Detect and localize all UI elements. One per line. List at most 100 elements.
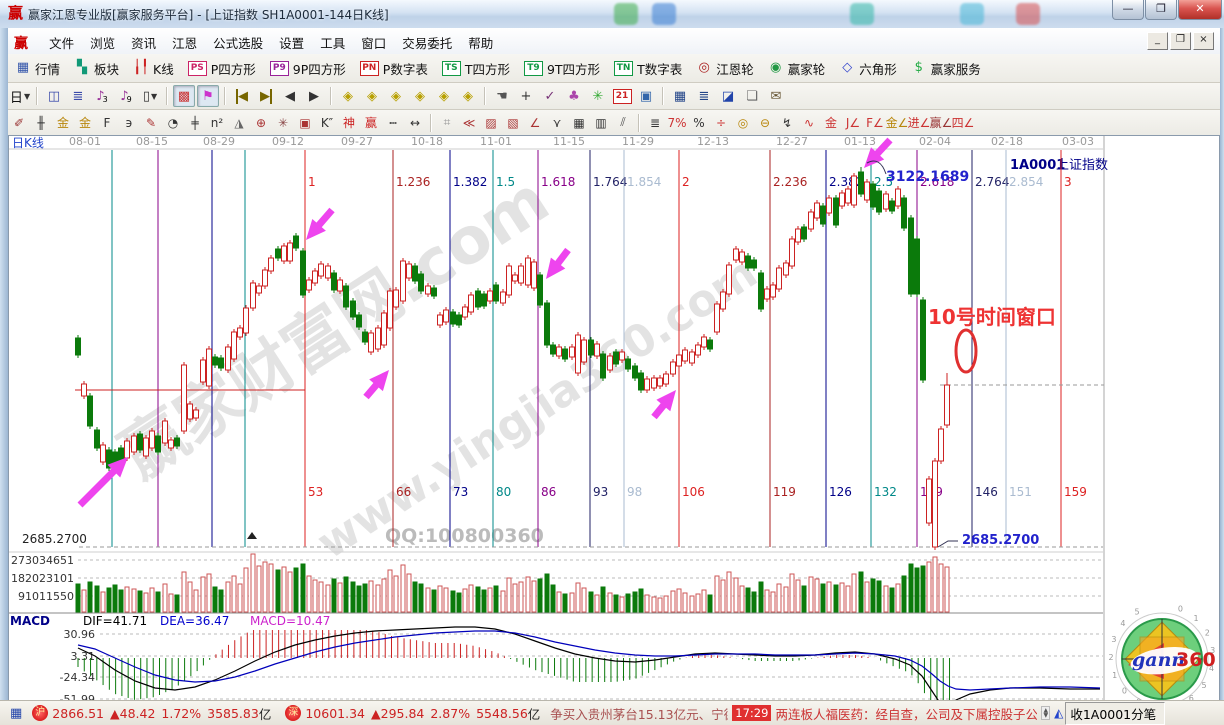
volume-bar <box>846 586 850 612</box>
candlestick <box>401 261 406 301</box>
volume-bar <box>871 579 875 612</box>
candlestick <box>244 308 249 333</box>
candlestick <box>413 266 418 281</box>
volume-bar <box>765 590 769 612</box>
candlestick <box>909 218 914 294</box>
date-tick-label: 11-15 <box>553 135 585 148</box>
candlestick <box>865 182 870 200</box>
volume-bar <box>226 582 230 612</box>
news-time-badge: 17:29 <box>732 705 771 721</box>
chart-canvas[interactable]: 赢家财富网.comwww.yingjia360.comQQ:100800360日… <box>0 0 1224 725</box>
volume-bar <box>95 586 99 612</box>
volume-bar <box>852 574 856 612</box>
volume-bar <box>301 564 305 612</box>
volume-bar <box>865 582 869 612</box>
volume-bar <box>927 562 931 612</box>
bar-count-label: 126 <box>829 485 852 499</box>
candlestick <box>276 249 281 258</box>
candlestick <box>438 315 443 325</box>
candlestick <box>877 191 882 212</box>
volume-bar <box>251 554 255 612</box>
candlestick <box>326 266 331 278</box>
volume-bar <box>815 579 819 612</box>
candlestick <box>576 335 581 373</box>
volume-bar <box>582 588 586 612</box>
volume-bar <box>633 592 637 612</box>
candlestick <box>313 271 318 283</box>
volume-bar <box>802 586 806 612</box>
sh-amount: 3585.83 <box>207 706 259 721</box>
candlestick <box>469 295 474 312</box>
quote-grid-icon[interactable]: ▦ <box>10 706 22 721</box>
volume-bar <box>156 592 160 612</box>
indicator-label: 日K线 <box>12 136 44 150</box>
bar-count-label: 146 <box>975 485 998 499</box>
candlestick <box>859 172 864 194</box>
volume-bar <box>413 582 417 612</box>
candlestick <box>182 365 187 431</box>
volume-bar <box>884 586 888 612</box>
candlestick <box>201 360 206 382</box>
macd-title: MACD <box>10 614 50 628</box>
date-tick-label: 09-27 <box>341 135 373 148</box>
volume-bar <box>702 590 706 612</box>
candlestick <box>582 340 587 362</box>
candlestick <box>219 358 224 368</box>
volume-bar <box>113 585 117 612</box>
candlestick <box>557 347 562 356</box>
candlestick <box>175 438 180 446</box>
candlestick <box>319 264 324 276</box>
news-ticker-1[interactable]: 争买入贵州茅台15.13亿元、宁德时代 <box>550 704 728 723</box>
volume-bar <box>614 595 618 612</box>
logo-rim-digit: 4 <box>1120 619 1125 628</box>
volume-bar <box>319 582 323 612</box>
volume-bar <box>501 591 505 612</box>
volume-bar <box>150 588 154 612</box>
candlestick <box>759 273 764 309</box>
date-tick-label: 10-18 <box>411 135 443 148</box>
volume-bar <box>915 568 919 612</box>
fib-ratio-label: 2.854 <box>1009 175 1043 189</box>
candlestick <box>507 266 512 295</box>
volume-bar <box>790 574 794 612</box>
candlestick <box>188 404 193 419</box>
fib-ratio-label: 2 <box>682 175 690 189</box>
time-window-ellipse <box>956 330 976 372</box>
news-ticker-2[interactable]: 两连板人福医药：经自查，公司及下属控股子公 <box>775 704 1037 723</box>
volume-bar <box>313 580 317 612</box>
candlestick <box>815 203 820 218</box>
sz-amount-unit: 亿 <box>528 704 541 723</box>
date-tick-label: 12-13 <box>697 135 729 148</box>
candlestick <box>601 354 606 378</box>
candlestick <box>771 285 776 297</box>
volume-bar <box>257 566 261 612</box>
symbol-name: 上证指数 <box>1056 158 1108 173</box>
candlestick <box>213 357 218 365</box>
status-bar: ▦ 沪 2866.51 ▲48.42 1.72% 3585.83 亿 深 106… <box>0 700 1224 725</box>
date-tick-label: 08-15 <box>136 135 168 148</box>
fib-ratio-label: 1.854 <box>627 175 661 189</box>
volume-bar <box>909 564 913 612</box>
candlestick <box>394 290 399 307</box>
candlestick <box>476 291 481 307</box>
candlestick <box>307 280 312 290</box>
volume-bar <box>163 584 167 612</box>
candlestick <box>645 379 650 390</box>
volume-bar <box>207 574 211 612</box>
volume-bar <box>620 597 624 612</box>
volume-bar <box>463 589 467 612</box>
candlestick <box>939 429 944 461</box>
volume-bar <box>827 582 831 612</box>
volume-bar <box>394 576 398 612</box>
bar-count-label: 66 <box>396 485 411 499</box>
fib-ratio-label: 1.618 <box>541 175 575 189</box>
logo-rim-digit: 1 <box>1112 671 1117 680</box>
volume-bar <box>76 584 80 612</box>
connection-antenna-icon: ◭ <box>1054 706 1063 720</box>
volume-bar <box>626 594 630 612</box>
news-scroll-spinner[interactable]: ▲▼ <box>1041 706 1050 720</box>
volume-axis-label: 182023101 <box>11 572 74 585</box>
candlestick <box>690 352 695 363</box>
volume-bar <box>746 588 750 612</box>
candlestick <box>344 286 349 307</box>
